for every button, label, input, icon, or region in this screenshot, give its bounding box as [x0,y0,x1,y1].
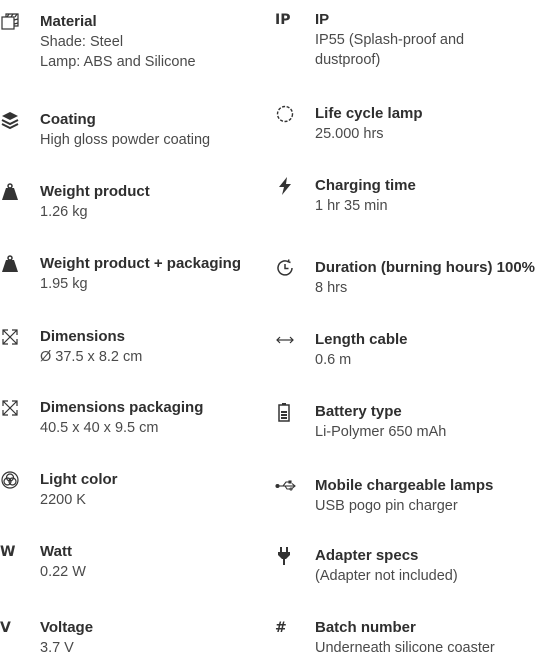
spec-title: Light color [40,471,118,488]
voltage-letter-icon: V [0,620,11,636]
spec-title: Material [40,13,97,30]
spec-title: Coating [40,111,96,128]
spec-title: Dimensions [40,328,126,345]
coating-layers-icon [0,110,24,130]
plug-icon [275,546,299,566]
spec-title: Mobile chargeable lamps [315,477,494,494]
duration-clock-icon [275,258,299,278]
hash-icon: # [275,620,287,636]
spec-value: Shade: Steel [40,34,124,50]
spec-value: 0.6 m [315,352,352,368]
weight-icon [0,254,24,274]
spec-value: 2200 K [40,492,86,508]
spec-value: 0.22 W [40,564,86,580]
usb-icon [275,476,299,496]
dimensions-icon [0,327,24,347]
spec-value: (Adapter not included) [315,568,458,584]
spec-title: Duration (burning hours) 100% [315,259,536,276]
spec-title: Batch number [315,619,416,636]
life-cycle-icon [275,104,299,124]
spec-value: 1 hr 35 min [315,198,388,214]
spec-title: Adapter specs [315,547,419,564]
ip-letter-icon: IP [275,12,291,28]
battery-icon [275,402,299,422]
light-color-icon [0,470,24,490]
charging-bolt-icon [275,176,299,196]
spec-value: Li-Polymer 650 mAh [315,424,447,440]
spec-value: IP55 (Splash-proof and [315,32,465,48]
weight-icon [0,182,24,202]
spec-value: 3.7 V [40,640,74,656]
spec-value: dustproof) [315,52,381,68]
spec-title: IP [315,11,330,28]
spec-value: 40.5 x 40 x 9.5 cm [40,420,159,436]
spec-value: USB pogo pin charger [315,498,458,514]
spec-title: Weight product [40,183,150,200]
watt-letter-icon: W [0,544,16,560]
spec-value: Lamp: ABS and Silicone [40,54,196,70]
length-arrow-icon [275,330,299,350]
dimensions-icon [0,398,24,418]
spec-value: High gloss powder coating [40,132,211,148]
spec-title: Battery type [315,403,402,420]
spec-value: Underneath silicone coaster [315,640,495,656]
spec-title: Charging time [315,177,416,194]
spec-value: 25.000 hrs [315,126,384,142]
spec-title: Life cycle lamp [315,105,423,122]
spec-value: 1.95 kg [40,276,88,292]
spec-title: Dimensions packaging [40,399,204,416]
spec-title: Voltage [40,619,94,636]
spec-value: 8 hrs [315,280,348,296]
spec-title: Watt [40,543,72,560]
material-icon [0,12,24,32]
spec-value: 1.26 kg [40,204,88,220]
spec-value: Ø 37.5 x 8.2 cm [40,349,143,365]
spec-title: Weight product + packaging [40,255,241,272]
spec-title: Length cable [315,331,408,348]
